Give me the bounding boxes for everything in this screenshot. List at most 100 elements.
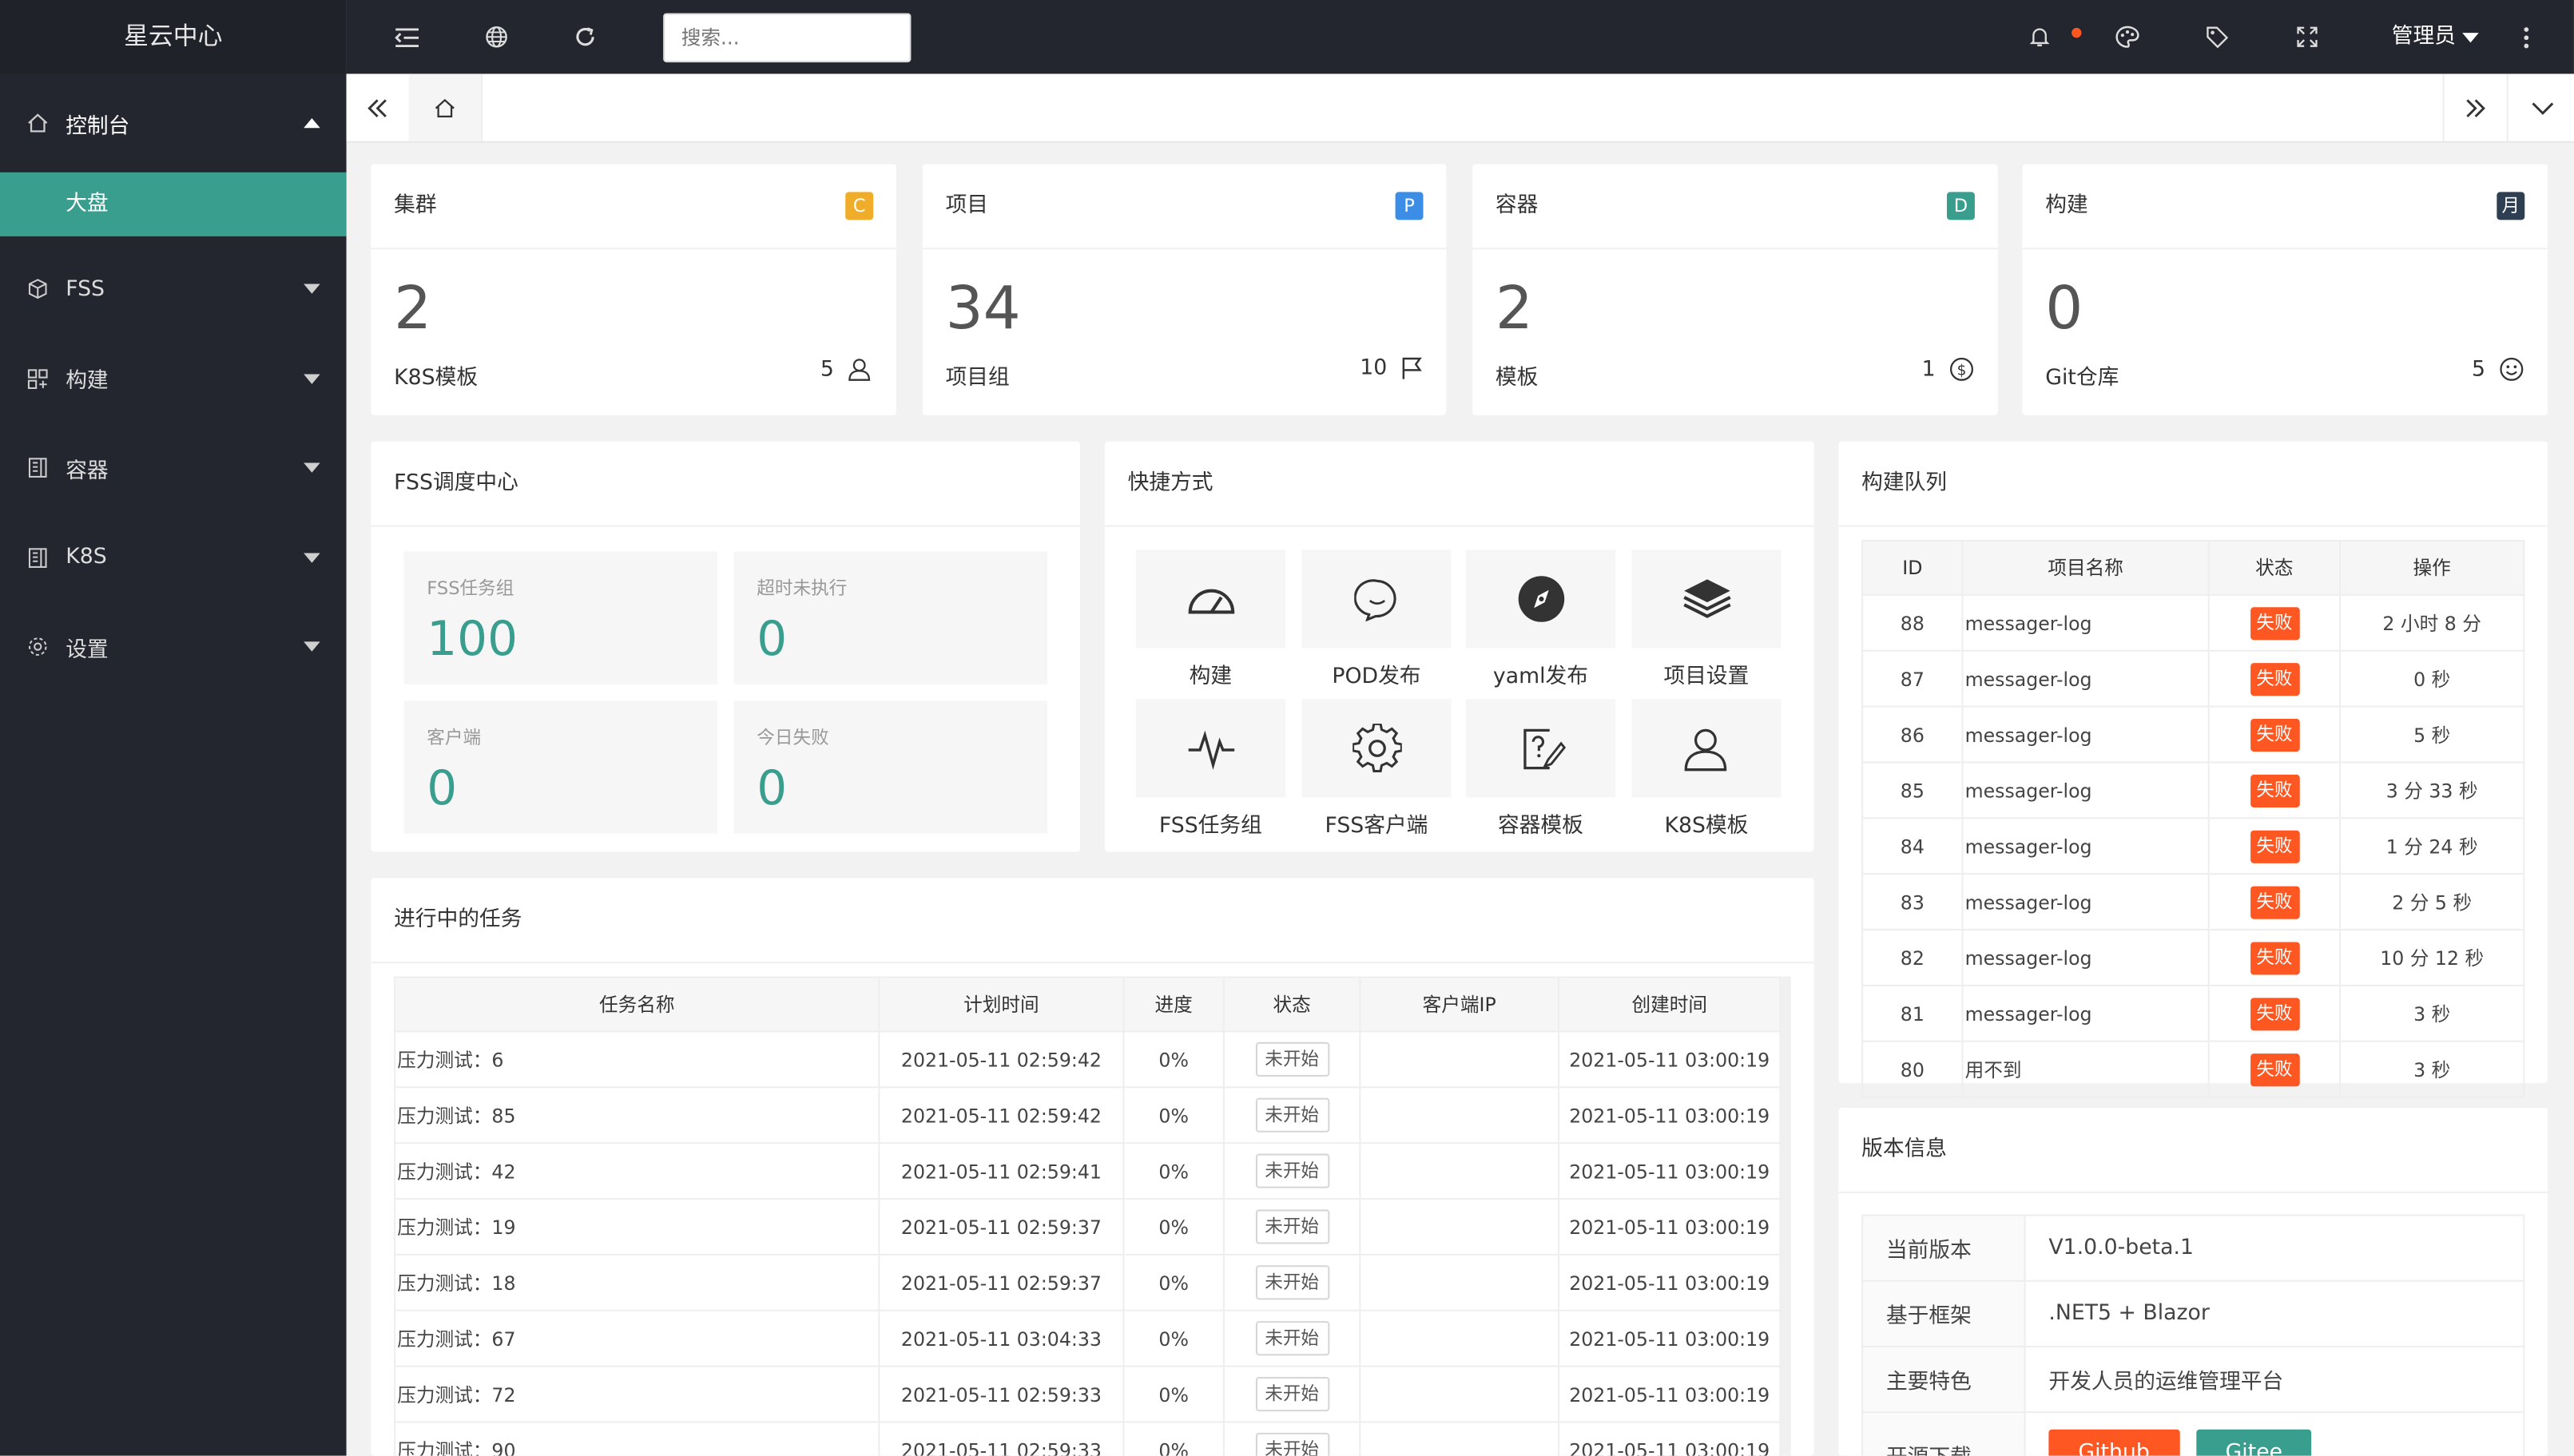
- column-header[interactable]: 任务名称: [394, 976, 880, 1033]
- table-row[interactable]: 86 messager-log 失败 5 秒: [1861, 705, 2525, 764]
- table-row[interactable]: 84 messager-log 失败 1 分 24 秒: [1861, 817, 2525, 875]
- table-row[interactable]: 82 messager-log 失败 10 分 12 秒: [1861, 929, 2525, 986]
- stat-sub-label: Git仓库: [2045, 366, 2119, 391]
- menu-toggle-icon[interactable]: [379, 0, 435, 73]
- refresh-icon[interactable]: [557, 0, 613, 73]
- chevron-down-icon: [2462, 32, 2479, 42]
- table-header-row: 任务名称 计划时间 进度 状态 客户端IP 创建时间: [394, 976, 1782, 1033]
- sidebar-item-label: 构建: [66, 369, 109, 395]
- shortcut-pod-publish[interactable]: POD发布: [1301, 549, 1452, 689]
- task-plan-time: 2021-05-11 03:04:33: [878, 1309, 1125, 1367]
- table-row[interactable]: 压力测试：18 2021-05-11 02:59:37 0% 未开始 2021-05-1…: [394, 1253, 1782, 1311]
- fullscreen-icon[interactable]: [2278, 0, 2334, 73]
- fss-stat-timeout[interactable]: 超时未执行 0: [733, 551, 1047, 684]
- app-logo[interactable]: 星云中心: [0, 0, 347, 74]
- dashboard-icon: [1187, 589, 1234, 614]
- user-menu[interactable]: 管理员: [2392, 0, 2479, 73]
- table-row[interactable]: 88 messager-log 失败 2 小时 8 分: [1861, 593, 2525, 652]
- column-header[interactable]: ID: [1861, 540, 1964, 596]
- shortcut-project-settings[interactable]: 项目设置: [1631, 549, 1782, 690]
- table-row[interactable]: 85 messager-log 失败 3 分 33 秒: [1861, 761, 2525, 819]
- box-icon: [26, 278, 50, 301]
- column-header[interactable]: 计划时间: [878, 976, 1125, 1033]
- card-title: 容器: [1495, 193, 1539, 219]
- task-name: 压力测试：18: [394, 1253, 880, 1311]
- sidebar-item-settings[interactable]: 设置: [0, 602, 347, 692]
- tabs-scroll-right-icon[interactable]: [2442, 73, 2508, 141]
- shortcut-fss-task-group[interactable]: FSS任务组: [1135, 699, 1285, 839]
- sidebar-item-k8s[interactable]: K8S: [0, 513, 347, 602]
- shortcut-build[interactable]: 构建: [1135, 549, 1285, 689]
- build-project-name: 用不到: [1961, 1040, 2210, 1098]
- shortcut-label: FSS任务组: [1158, 814, 1262, 839]
- user-icon: [847, 356, 873, 383]
- shortcut-k8s-template[interactable]: K8S模板: [1631, 699, 1782, 839]
- table-row[interactable]: 压力测试：90 2021-05-11 02:59:33 0% 未开始 2021-05-1…: [394, 1421, 1782, 1456]
- column-header[interactable]: 状态: [1222, 976, 1361, 1033]
- bell-icon[interactable]: [2011, 0, 2067, 73]
- sidebar-item-fss[interactable]: FSS: [0, 244, 347, 334]
- stat-value: 0: [2045, 276, 2083, 343]
- table-row[interactable]: 压力测试：42 2021-05-11 02:59:41 0% 未开始 2021-05-1…: [394, 1142, 1782, 1200]
- github-button[interactable]: Github: [2048, 1429, 2179, 1456]
- card-title: 构建: [2045, 193, 2088, 219]
- palette-icon[interactable]: [2099, 0, 2155, 73]
- task-progress: 0%: [1122, 1030, 1225, 1089]
- shortcut-label: 项目设置: [1663, 665, 1750, 690]
- stat-count: 1: [1921, 356, 1936, 382]
- stat-card-build: 构建 月 0 Git仓库 5: [2022, 164, 2548, 415]
- search-input[interactable]: [663, 13, 912, 63]
- build-project-name: messager-log: [1961, 761, 2210, 819]
- chevron-down-icon: [304, 373, 320, 384]
- build-project-name: messager-log: [1961, 929, 2210, 986]
- chevron-down-icon: [304, 641, 320, 653]
- globe-icon[interactable]: [468, 0, 524, 73]
- task-progress: 0%: [1122, 1142, 1225, 1200]
- fss-stat-failed-today[interactable]: 今日失败 0: [733, 700, 1047, 834]
- tabs-scroll-left-icon[interactable]: [347, 73, 411, 141]
- column-header[interactable]: 项目名称: [1961, 540, 2210, 596]
- sidebar-item-console[interactable]: 控制台: [0, 73, 347, 172]
- column-header[interactable]: 进度: [1122, 976, 1225, 1033]
- table-row[interactable]: 87 messager-log 失败 0 秒: [1861, 649, 2525, 708]
- table-row[interactable]: 81 messager-log 失败 3 秒: [1861, 984, 2525, 1042]
- table-row[interactable]: 压力测试：67 2021-05-11 03:04:33 0% 未开始 2021-05-1…: [394, 1309, 1782, 1367]
- column-header[interactable]: 客户端IP: [1359, 976, 1560, 1033]
- table-row[interactable]: 压力测试：6 2021-05-11 02:59:42 0% 未开始 2021-05-11…: [394, 1030, 1782, 1089]
- more-vertical-icon[interactable]: [2498, 0, 2554, 73]
- gitee-button[interactable]: Gitee: [2195, 1429, 2313, 1456]
- build-id: 84: [1861, 817, 1964, 875]
- shortcut-label: FSS客户端: [1325, 814, 1428, 839]
- tag-icon[interactable]: [2188, 0, 2244, 73]
- card-title: 集群: [394, 193, 437, 219]
- sidebar-item-build[interactable]: 构建: [0, 334, 347, 423]
- table-row[interactable]: 压力测试：85 2021-05-11 02:59:42 0% 未开始 2021-05-1…: [394, 1086, 1782, 1145]
- build-queue-table: ID 项目名称 状态 操作 88 messager-log 失败 2 小时 8 分 87…: [1861, 540, 2525, 1098]
- card-title: 进行中的任务: [371, 878, 1814, 964]
- table-row[interactable]: 80 用不到 失败 3 秒: [1861, 1040, 2525, 1098]
- shortcut-fss-client[interactable]: FSS客户端: [1301, 699, 1452, 839]
- tabs-menu-chevron-icon[interactable]: [2512, 73, 2574, 141]
- sidebar-subitem-dashboard[interactable]: 大盘: [0, 172, 347, 236]
- sidebar-item-container[interactable]: 容器: [0, 423, 347, 513]
- shortcut-container-template[interactable]: 容器模板: [1465, 699, 1615, 839]
- tab-home[interactable]: [408, 73, 483, 141]
- fss-stat-task-groups[interactable]: FSS任务组 100: [403, 551, 717, 684]
- task-client-ip: [1359, 1253, 1560, 1311]
- chat-icon: [1353, 579, 1396, 622]
- table-scrollbar[interactable]: [1781, 976, 1791, 1456]
- column-header[interactable]: 创建时间: [1558, 976, 1782, 1033]
- task-name: 压力测试：6: [394, 1030, 880, 1089]
- shortcut-yaml-publish[interactable]: yaml发布: [1465, 549, 1615, 689]
- table-row[interactable]: 压力测试：72 2021-05-11 02:59:33 0% 未开始 2021-05-1…: [394, 1365, 1782, 1423]
- column-header[interactable]: 操作: [2339, 540, 2525, 596]
- build-project-name: messager-log: [1961, 593, 2210, 652]
- table-row[interactable]: 压力测试：19 2021-05-11 02:59:37 0% 未开始 2021-05-1…: [394, 1198, 1782, 1256]
- fss-stat-clients[interactable]: 客户端 0: [403, 700, 717, 834]
- column-header[interactable]: 状态: [2207, 540, 2342, 596]
- compass-icon: [1517, 576, 1564, 622]
- fss-stat-value: 0: [427, 760, 458, 816]
- status-badge: 失败: [2250, 773, 2299, 807]
- fss-stat-label: 超时未执行: [757, 577, 848, 600]
- table-row[interactable]: 83 messager-log 失败 2 分 5 秒: [1861, 873, 2525, 931]
